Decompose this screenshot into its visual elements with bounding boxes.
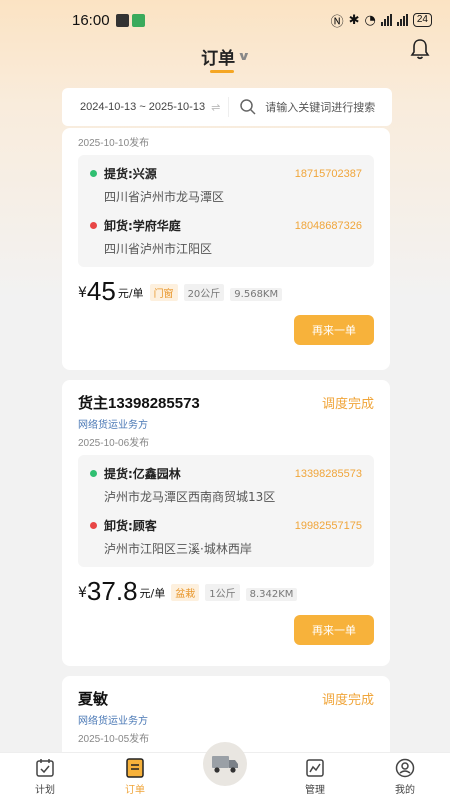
currency-symbol: ¥ [78, 585, 87, 601]
dropoff-name: 卸货:顾客 [104, 519, 157, 533]
page-title: 订单 [201, 48, 236, 69]
bluetooth-icon: ✱ [348, 12, 360, 28]
tab-orders[interactable]: 订单 [90, 753, 180, 800]
pickup-address: 四川省泸州市龙马潭区 [104, 190, 225, 204]
date-range-picker[interactable]: 2024-10-13 ~ 2025-10-13 [80, 101, 205, 113]
truck-button[interactable] [203, 742, 247, 786]
dropoff-address: 四川省泸州市江阳区 [104, 242, 213, 256]
dropoff-name: 卸货:学府华庭 [104, 219, 181, 233]
distance-tag: 8.342KM [245, 588, 298, 601]
search-icon[interactable] [239, 98, 257, 116]
cargo-type-tag: 盆栽 [171, 584, 200, 601]
status-badge: 调度完成 [321, 693, 374, 708]
status-time: 16:00 [72, 11, 110, 29]
currency-symbol: ¥ [78, 285, 87, 301]
title-underline [210, 70, 234, 73]
tab-plan[interactable]: 计划 [0, 753, 90, 800]
divider [228, 97, 230, 117]
chevron-down-icon: ∨ [237, 49, 251, 63]
bell-icon[interactable] [410, 38, 430, 60]
publish-date: 2025-10-10发布 [78, 138, 150, 149]
signal-icon [380, 14, 392, 26]
plan-icon [36, 759, 54, 777]
tab-label: 管理 [305, 785, 325, 796]
shipper-name: 夏敏 [78, 691, 109, 708]
pickup-stop: 提货:亿鑫园林 13398285573 泸州市龙马潭区西南商贸城13区 [90, 465, 362, 505]
pickup-dot [90, 470, 97, 477]
pickup-stop: 提货:兴源 18715702387 四川省泸州市龙马潭区 [90, 165, 362, 205]
weight-tag: 1公斤 [205, 584, 240, 601]
weight-tag: 20公斤 [183, 284, 225, 301]
chart-icon [306, 759, 324, 777]
order-card[interactable]: 2025-10-10发布 提货:兴源 18715702387 四川省泸州市龙马潭… [62, 128, 390, 370]
pickup-address: 泸州市龙马潭区西南商贸城13区 [104, 490, 276, 504]
reorder-button[interactable]: 再来一单 [294, 315, 374, 345]
battery-icon: 24 [412, 13, 432, 27]
order-type-dropdown[interactable]: 订单 ∨ [201, 44, 251, 69]
tab-profile[interactable]: 我的 [360, 753, 450, 800]
status-badge: 调度完成 [321, 397, 374, 412]
pickup-name: 提货:亿鑫园林 [104, 467, 181, 481]
signal-2-icon [396, 14, 408, 26]
truck-icon [212, 756, 238, 773]
price-row: ¥ 45 元/单 门窗 20公斤 9.568KM [78, 277, 374, 305]
price-value: 37.8 [86, 576, 138, 606]
shipper-name: 货主13398285573 [78, 395, 200, 412]
route-box: 提货:兴源 18715702387 四川省泸州市龙马潭区 卸货:学府华庭 180… [78, 155, 374, 267]
tab-manage[interactable]: 管理 [270, 753, 360, 800]
price-unit: 元/单 [139, 587, 166, 600]
tab-label: 计划 [35, 785, 55, 796]
dropoff-address: 泸州市江阳区三溪·城林西岸 [104, 542, 252, 556]
notification-icons [115, 13, 145, 27]
pickup-name: 提货:兴源 [104, 167, 157, 181]
app-notification-icon [131, 13, 145, 27]
pickup-dot [90, 170, 97, 177]
service-type: 网络货运业务方 [78, 420, 148, 431]
price-value: 45 [86, 276, 116, 306]
price-row: ¥ 37.8 元/单 盆栽 1公斤 8.342KM [78, 577, 374, 605]
dropoff-stop: 卸货:学府华庭 18048687326 四川省泸州市江阳区 [90, 217, 362, 257]
search-input[interactable]: 请输入关键词进行搜索 [265, 100, 375, 115]
status-right: Ⓝ ✱ ◔ 24 [331, 11, 432, 30]
tab-label: 我的 [395, 785, 415, 796]
pickup-phone[interactable]: 13398285573 [295, 468, 362, 480]
nfc-icon: Ⓝ [330, 14, 344, 30]
profile-icon [395, 758, 415, 778]
route-box: 提货:亿鑫园林 13398285573 泸州市龙马潭区西南商贸城13区 卸货:顾… [78, 455, 374, 567]
dropoff-dot [90, 522, 97, 529]
order-card[interactable]: 货主13398285573 调度完成 网络货运业务方 2025-10-06发布 … [62, 380, 390, 666]
status-bar: 16:00 Ⓝ ✱ ◔ 24 [0, 0, 450, 40]
pickup-phone[interactable]: 18715702387 [295, 168, 362, 180]
distance-tag: 9.568KM [230, 288, 283, 301]
price-unit: 元/单 [117, 287, 144, 300]
tab-label: 订单 [125, 785, 145, 796]
mute-icon: ◔ [364, 12, 376, 28]
order-icon [126, 758, 144, 778]
dropoff-phone[interactable]: 19982557175 [295, 520, 362, 532]
swap-icon: ⇌ [211, 100, 221, 114]
publish-date: 2025-10-06发布 [78, 438, 150, 449]
sim-icon [115, 13, 129, 27]
dropoff-phone[interactable]: 18048687326 [295, 220, 362, 232]
dropoff-dot [90, 222, 97, 229]
dropoff-stop: 卸货:顾客 19982557175 泸州市江阳区三溪·城林西岸 [90, 517, 362, 557]
search-bar: 2024-10-13 ~ 2025-10-13 ⇌ 请输入关键词进行搜索 [62, 88, 392, 126]
service-type: 网络货运业务方 [78, 716, 148, 727]
cargo-type-tag: 门窗 [149, 284, 178, 301]
reorder-button[interactable]: 再来一单 [294, 615, 374, 645]
